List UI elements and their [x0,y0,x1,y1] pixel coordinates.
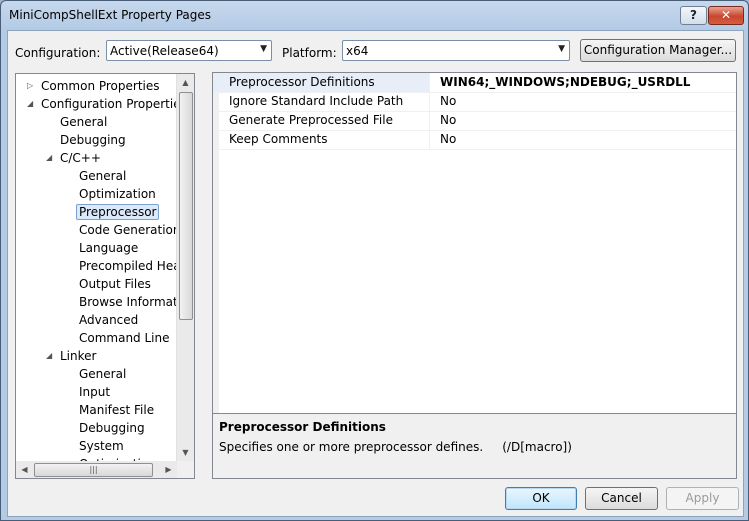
tree-item-label: Command Line [79,331,170,345]
tree-item[interactable]: Preprocessor [76,203,160,221]
tree-item[interactable]: ▷ Common Properties [27,77,160,95]
property-row[interactable]: Keep Comments No [213,130,736,150]
window-title: MiniCompShellExt Property Pages [9,8,212,22]
collapse-arrow-icon[interactable]: ◢ [46,149,56,167]
tree-item[interactable]: Output Files [79,275,151,293]
title-bar[interactable]: MiniCompShellExt Property Pages ? ✕ [1,1,748,29]
tree-item-label: Output Files [79,277,151,291]
configuration-manager-button[interactable]: Configuration Manager... [580,39,736,62]
configuration-label: Configuration: [15,46,101,60]
property-row[interactable]: Generate Preprocessed File No [213,111,736,131]
property-value[interactable]: No [440,111,456,130]
platform-value: x64 [346,44,369,58]
property-value[interactable]: WIN64;_WINDOWS;NDEBUG;_USRDLL [440,73,690,92]
scroll-left-icon[interactable]: ◀ [16,461,33,478]
tree-item-label: Language [79,241,139,255]
tree-item-label: General [60,115,108,129]
tree-item-label: Common Properties [41,79,160,93]
tree-item[interactable]: General [60,113,107,131]
tree-item-label: Code Generation [79,223,181,237]
dialog-client-area: Configuration: Active(Release64) ▼ Platf… [7,30,744,517]
property-value[interactable]: No [440,92,456,111]
tree-item[interactable]: Command Line [79,329,170,347]
tree-item[interactable]: Input [79,383,110,401]
property-value[interactable]: No [440,130,456,149]
chevron-down-icon: ▼ [558,44,565,54]
property-name: Generate Preprocessed File [213,111,430,130]
description-panel: Preprocessor Definitions Specifies one o… [212,413,737,479]
property-name: Preprocessor Definitions [213,73,430,92]
tree-item-label: C/C++ [60,151,101,165]
tree-item-label: Debugging [79,421,145,435]
tree-item[interactable]: System [79,437,124,455]
configuration-dropdown[interactable]: Active(Release64) ▼ [106,40,272,61]
expand-arrow-icon[interactable]: ▷ [27,77,37,95]
tree-item[interactable]: Manifest File [79,401,154,419]
tree-item[interactable]: ◢ Configuration Properties [27,95,187,113]
configuration-value: Active(Release64) [110,44,219,58]
chevron-down-icon: ▼ [260,44,267,54]
scroll-thumb[interactable] [179,92,193,320]
property-tree[interactable]: ▷ Common Properties ◢ Configuration Propert… [15,73,195,479]
tree-item[interactable]: ◢ C/C++ [46,149,101,167]
tree-item-label: Optimization [79,187,156,201]
tree-item[interactable]: ◢ Linker [46,347,97,365]
close-button[interactable]: ✕ [708,6,744,25]
tree-vertical-scrollbar[interactable]: ▲ ▼ [176,74,194,461]
property-row[interactable]: Preprocessor Definitions WIN64;_WINDOWS;N… [213,73,736,93]
tree-item-label: Debugging [60,133,126,147]
tree-item[interactable]: General [79,167,126,185]
property-row[interactable]: Ignore Standard Include Path No [213,92,736,112]
tree-item[interactable]: General [79,365,126,383]
collapse-arrow-icon[interactable]: ◢ [46,347,56,365]
scroll-down-icon[interactable]: ▼ [177,444,194,461]
tree-item-label: Manifest File [79,403,155,417]
collapse-arrow-icon[interactable]: ◢ [27,95,37,113]
scroll-right-icon[interactable]: ▶ [160,461,177,478]
tree-item-label: General [79,169,127,183]
tree-item[interactable]: Code Generation [79,221,180,239]
tree-item-label: Input [79,385,111,399]
help-button[interactable]: ? [680,6,707,25]
tree-item-label: System [79,439,124,453]
platform-label: Platform: [282,46,337,60]
tree-item[interactable]: Language [79,239,138,257]
scrollbar-corner [177,461,194,478]
property-name: Ignore Standard Include Path [213,92,430,111]
tree-horizontal-scrollbar[interactable]: ◀ ||| ▶ [16,461,177,478]
apply-button[interactable]: Apply [666,487,739,510]
ok-button[interactable]: OK [505,487,577,510]
tree-item[interactable]: Debugging [60,131,126,149]
tree-item-label: Advanced [79,313,139,327]
tree-item-label: Preprocessor [76,204,160,220]
tree-item[interactable]: Advanced [79,311,138,329]
cancel-button[interactable]: Cancel [585,487,658,510]
description-title: Preprocessor Definitions [219,420,386,434]
horizontal-scroll-thumb[interactable]: ||| [34,463,153,477]
tree-item-label: General [79,367,127,381]
description-text: Specifies one or more preprocessor defin… [219,440,572,454]
tree-item-label: Configuration Properties [41,97,187,111]
tree-item[interactable]: Optimization [79,185,156,203]
property-pages-window: MiniCompShellExt Property Pages ? ✕ Conf… [0,0,749,521]
tree-item-label: Linker [60,349,97,363]
scroll-up-icon[interactable]: ▲ [177,74,194,91]
tree-item[interactable]: Debugging [79,419,145,437]
property-grid[interactable]: Preprocessor Definitions WIN64;_WINDOWS;N… [212,72,737,414]
platform-dropdown[interactable]: x64 ▼ [342,40,570,61]
property-name: Keep Comments [213,130,430,149]
